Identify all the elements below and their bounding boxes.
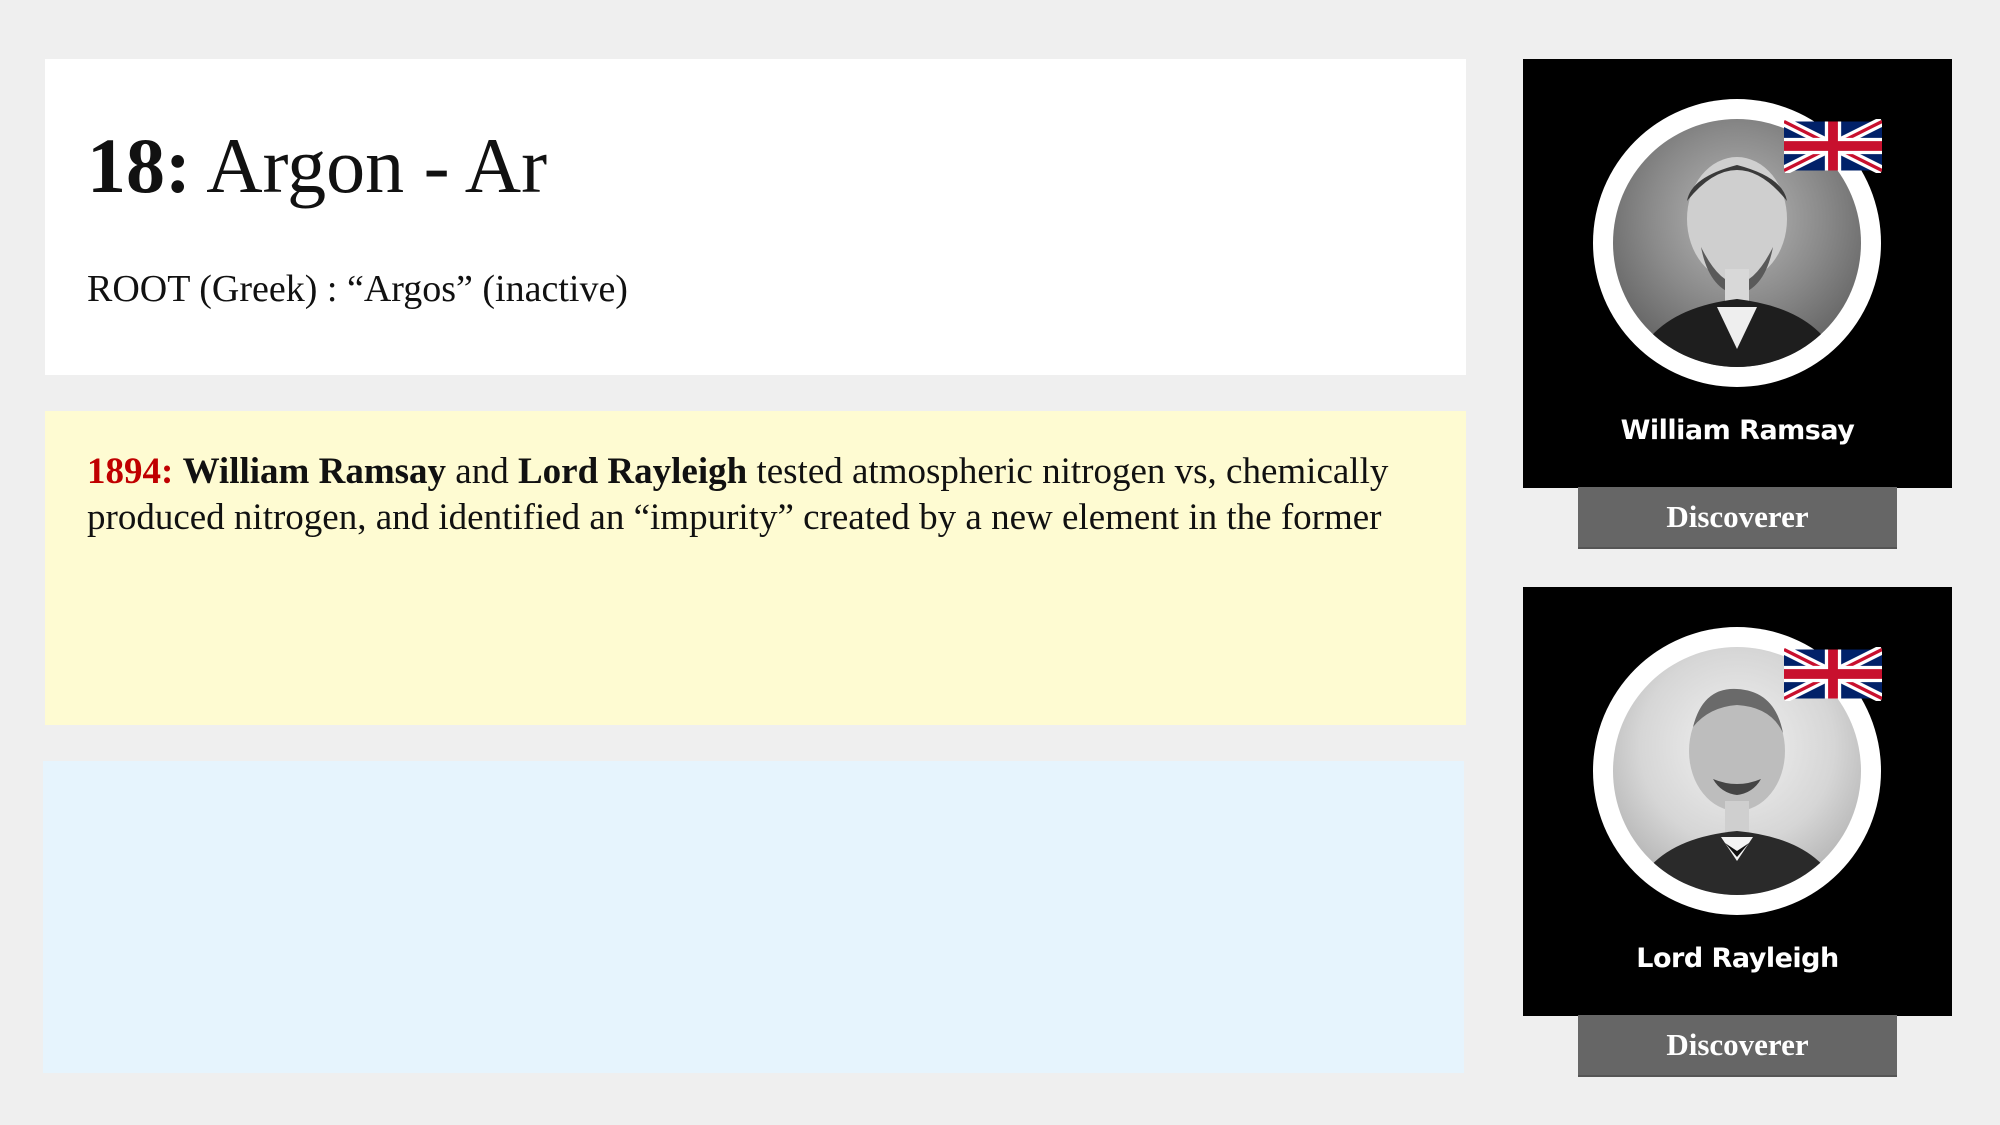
uk-flag-icon [1784, 647, 1882, 701]
fact-conjunction: and [446, 451, 518, 492]
empty-notes-panel [43, 761, 1464, 1073]
element-name: Argon - Ar [206, 122, 548, 209]
element-title: 18: Argon - Ar [87, 119, 547, 213]
discovery-fact: 1894: William Ramsay and Lord Rayleigh t… [87, 449, 1447, 541]
discoverer-card-1: William Ramsay [1523, 59, 1952, 488]
discoverer-name: Lord Rayleigh [1636, 943, 1839, 974]
discovery-year: 1894: [87, 451, 174, 492]
discoverer-name: William Ramsay [1620, 415, 1855, 446]
uk-flag-icon [1784, 119, 1882, 173]
fact-person-2: Lord Rayleigh [517, 451, 748, 492]
discoverer-card-2: Lord Rayleigh [1523, 587, 1952, 1016]
element-number: 18: [87, 122, 191, 209]
element-root: ROOT (Greek) : “Argos” (inactive) [87, 268, 628, 310]
fact-person-1: William Ramsay [182, 451, 447, 492]
title-panel: 18: Argon - Ar ROOT (Greek) : “Argos” (i… [45, 59, 1466, 375]
discovery-fact-panel: 1894: William Ramsay and Lord Rayleigh t… [45, 411, 1466, 725]
discoverer-role-tag-2: Discoverer [1578, 1015, 1897, 1077]
discoverer-role-tag-1: Discoverer [1578, 487, 1897, 549]
